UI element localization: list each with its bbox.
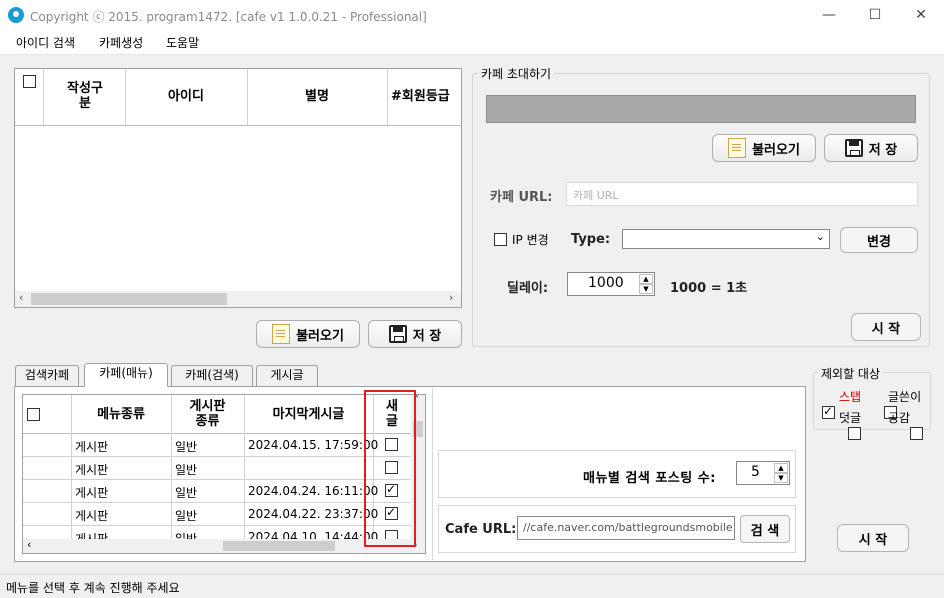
chevron-down-icon: ⌄ bbox=[815, 230, 825, 243]
app-icon bbox=[8, 7, 24, 23]
cafe-url-input[interactable]: 카페 URL bbox=[566, 182, 918, 206]
exclude-like-label: 공감 bbox=[888, 411, 911, 425]
column-header-member-grade: #회원등급 bbox=[391, 89, 450, 104]
board-type-cell: 일반 bbox=[175, 440, 198, 454]
tab-cafe-search[interactable]: 카페(검색) bbox=[171, 365, 253, 386]
exclude-staff-checkbox[interactable] bbox=[822, 404, 835, 419]
stepper-down-icon[interactable]: ▼ bbox=[774, 473, 788, 483]
menu-type-cell: 게시판 bbox=[75, 486, 109, 500]
menu-type-cell: 게시판 bbox=[75, 509, 109, 523]
table-row[interactable]: 게시판 일반 2024.04.15. 17:59:00 bbox=[23, 434, 411, 457]
column-header-id: 아이디 bbox=[168, 89, 204, 104]
exclude-start-button[interactable]: 시 작 bbox=[837, 524, 909, 552]
load-icon bbox=[728, 138, 747, 158]
type-select[interactable]: ⌄ bbox=[622, 229, 830, 249]
scroll-right-icon[interactable]: › bbox=[449, 291, 453, 304]
search-button[interactable]: 검 색 bbox=[740, 515, 790, 543]
status-text: 메뉴를 선택 후 계속 진행해 주세요 bbox=[6, 581, 180, 595]
exclude-comment-checkbox[interactable] bbox=[848, 427, 861, 440]
menu-type-cell: 게시판 bbox=[75, 440, 109, 454]
delay-label: 딜레이: bbox=[507, 281, 549, 296]
exclude-group-title: 제외할 대상 bbox=[818, 365, 884, 382]
accounts-save-button[interactable]: 저 장 bbox=[368, 320, 462, 348]
posting-count-label: 매뉴별 검색 포스팅 수: bbox=[583, 471, 716, 486]
posting-count-stepper[interactable]: 5 ▲ ▼ bbox=[736, 461, 790, 485]
scroll-thumb[interactable] bbox=[31, 293, 227, 305]
table-row[interactable]: 게시판 일반 2024.04.24. 16:11:00 bbox=[23, 480, 411, 503]
last-post-cell: 2024.04.24. 16:11:00 bbox=[248, 484, 379, 498]
tab-posts[interactable]: 게시글 bbox=[256, 365, 318, 386]
last-post-cell: 2024.04.15. 17:59:00 bbox=[248, 438, 379, 452]
column-header-board-type: 게시판 종류 bbox=[189, 399, 226, 429]
tab-cafe-menu[interactable]: 카페(매뉴) bbox=[84, 363, 168, 387]
tab-search-cafe[interactable]: 검색카페 bbox=[15, 365, 79, 386]
scroll-left-icon[interactable]: ‹ bbox=[19, 291, 23, 304]
account-list[interactable]: 작성구 분 아이디 별명 #회원등급 ‹ › bbox=[14, 68, 462, 308]
search-cafe-url-label: Cafe URL: bbox=[445, 522, 517, 537]
column-header-menu-type: 메뉴종류 bbox=[97, 407, 145, 422]
menu-type-cell: 게시판 bbox=[75, 463, 109, 477]
menu-help[interactable]: 도움말 bbox=[166, 34, 199, 51]
accounts-load-button[interactable]: 불러오기 bbox=[256, 320, 360, 348]
board-type-cell: 일반 bbox=[175, 509, 198, 523]
divider bbox=[432, 388, 433, 560]
invite-progress-bar bbox=[486, 95, 916, 123]
change-button[interactable]: 변경 bbox=[840, 227, 918, 253]
maximize-button[interactable]: ☐ bbox=[852, 0, 898, 31]
table-row[interactable]: 게시판 일반 bbox=[23, 457, 411, 480]
invite-load-button[interactable]: 불러오기 bbox=[712, 134, 816, 162]
board-type-cell: 일반 bbox=[175, 486, 198, 500]
column-header-last-post: 마지막게시글 bbox=[272, 407, 345, 422]
board-type-cell: 일반 bbox=[175, 463, 198, 477]
stepper-up-icon[interactable]: ▲ bbox=[774, 463, 788, 473]
delay-value: 1000 bbox=[588, 275, 624, 291]
stepper-down-icon[interactable]: ▼ bbox=[639, 284, 653, 294]
menu-select-all-checkbox[interactable] bbox=[27, 408, 40, 421]
close-button[interactable]: ✕ bbox=[898, 0, 944, 31]
scroll-thumb[interactable] bbox=[223, 541, 335, 551]
exclude-author-label: 글쓴이 bbox=[888, 390, 922, 404]
posting-count-value: 5 bbox=[751, 464, 760, 480]
stepper-up-icon[interactable]: ▲ bbox=[639, 274, 653, 284]
cafe-url-placeholder: 카페 URL bbox=[573, 189, 619, 202]
menu-id-search[interactable]: 아이디 검색 bbox=[16, 34, 75, 51]
last-post-cell: 2024.04.22. 23:37:00 bbox=[248, 507, 379, 521]
search-cafe-url-input[interactable]: //cafe.naver.com/battlegroundsmobile bbox=[517, 516, 735, 540]
exclude-like-checkbox[interactable] bbox=[910, 427, 923, 440]
scroll-left-icon[interactable]: ‹ bbox=[27, 538, 31, 551]
invite-group-title: 카페 초대하기 bbox=[478, 65, 555, 82]
minimize-button[interactable]: — bbox=[806, 0, 852, 31]
ip-change-checkbox[interactable] bbox=[494, 233, 507, 246]
delay-note: 1000 = 1초 bbox=[670, 281, 748, 296]
type-label: Type: bbox=[571, 232, 611, 247]
column-header-author-type: 작성구 분 bbox=[67, 81, 103, 111]
table-row[interactable]: 게시판 일반 2024.04.22. 23:37:00 bbox=[23, 503, 411, 526]
menu-cafe-create[interactable]: 카페생성 bbox=[99, 34, 143, 51]
horizontal-scrollbar[interactable]: ‹ › bbox=[15, 291, 461, 307]
select-all-checkbox[interactable] bbox=[23, 75, 36, 88]
cafe-url-label: 카페 URL: bbox=[490, 190, 553, 205]
save-icon bbox=[388, 325, 407, 343]
window-title: Copyright ⓒ 2015. program1472. [cafe v1 … bbox=[30, 10, 427, 24]
delay-stepper[interactable]: 1000 ▲ ▼ bbox=[567, 272, 655, 296]
exclude-comment-label: 덧글 bbox=[839, 411, 862, 425]
load-icon bbox=[272, 324, 291, 344]
exclude-staff-label: 스탭 bbox=[839, 390, 862, 404]
ip-change-label: IP 변경 bbox=[512, 233, 549, 247]
invite-save-button[interactable]: 저 장 bbox=[824, 134, 918, 162]
highlight-box bbox=[364, 390, 416, 547]
save-icon bbox=[844, 139, 863, 157]
column-header-nickname: 별명 bbox=[305, 89, 329, 104]
invite-start-button[interactable]: 시 작 bbox=[851, 313, 921, 341]
